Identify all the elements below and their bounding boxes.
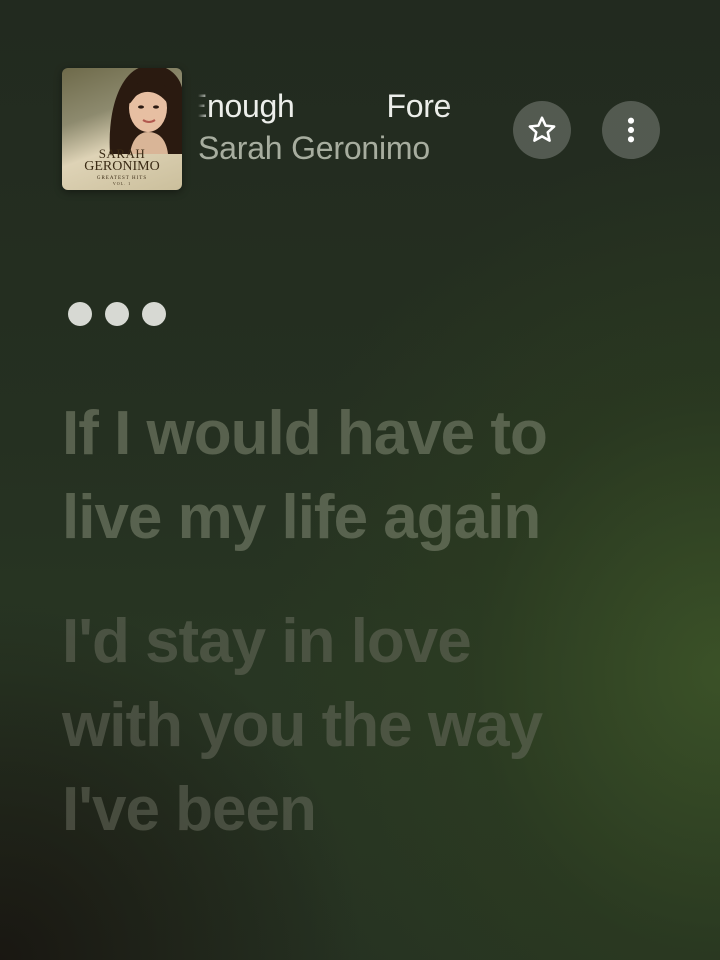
- lyrics-loading-indicator: [68, 302, 166, 326]
- lyric-line[interactable]: with you the way: [62, 684, 682, 768]
- loading-dot: [105, 302, 129, 326]
- song-info[interactable]: Enough Fore Sarah Geronimo: [198, 86, 478, 176]
- lyrics-verse[interactable]: I'd stay in love with you the way I've b…: [62, 600, 682, 852]
- lyric-line[interactable]: If I would have to: [62, 392, 682, 476]
- loading-dot: [68, 302, 92, 326]
- album-art[interactable]: SARAH GERONIMO GREATEST HITS VOL. 1: [62, 68, 182, 190]
- album-art-volume: VOL. 1: [112, 181, 132, 186]
- album-art-text: SARAH GERONIMO GREATEST HITS VOL. 1: [62, 147, 182, 186]
- song-title-part-b: Fore: [386, 88, 452, 124]
- lyric-line[interactable]: live my life again: [62, 476, 682, 560]
- favorite-button[interactable]: [513, 101, 571, 159]
- song-title: Enough Fore: [198, 86, 451, 126]
- more-vertical-icon: [627, 117, 635, 143]
- song-title-marquee: Enough Fore: [198, 86, 474, 126]
- more-options-button[interactable]: [602, 101, 660, 159]
- lyrics-panel[interactable]: If I would have to live my life again I'…: [62, 392, 682, 892]
- artist-name[interactable]: Sarah Geronimo: [198, 128, 478, 168]
- star-icon: [528, 116, 556, 142]
- lyrics-verse[interactable]: If I would have to live my life again: [62, 392, 682, 560]
- loading-dot: [142, 302, 166, 326]
- artist-portrait-image: [109, 68, 182, 154]
- lyric-line[interactable]: I've been: [62, 768, 682, 852]
- album-art-name-line2: GERONIMO: [84, 159, 160, 174]
- now-playing-header: SARAH GERONIMO GREATEST HITS VOL. 1 Enou…: [62, 68, 662, 190]
- song-title-part-a: Enough: [198, 88, 295, 124]
- lyric-line[interactable]: I'd stay in love: [62, 600, 682, 684]
